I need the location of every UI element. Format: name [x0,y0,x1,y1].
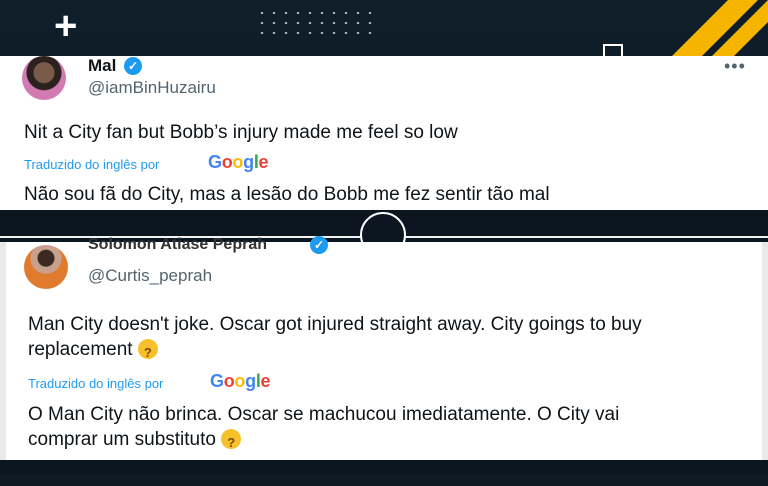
translation-text-line: comprar um substituto [28,429,216,450]
tweet-text-line: Man City doesn't joke. Oscar got injured… [28,314,642,335]
plus-icon: + [54,4,78,48]
google-logo-letter: o [234,371,246,391]
translated-label[interactable]: Traduzido do inglês por [24,157,159,172]
translation-text-line: O Man City não brinca. Oscar se machucou… [28,404,620,425]
display-name[interactable]: Mal [88,56,116,76]
google-logo-letter: G [210,371,224,391]
dot-pattern [256,8,376,40]
verified-badge-icon: ✓ [310,236,328,254]
google-logo-letter: G [208,152,222,172]
tweet-card[interactable]: Solomon Atiase Peprah ✓ @Curtis_peprah M… [0,236,768,460]
translated-label[interactable]: Traduzido do inglês por [28,376,163,391]
google-logo-letter: o [221,152,233,172]
avatar[interactable] [22,56,66,100]
thinking-face-emoji-icon [221,429,242,455]
tweet-text: Nit a City fan but Bobb’s injury made me… [24,122,458,143]
bottom-band [0,460,768,474]
translation-text: Não sou fã do City, mas a lesão do Bobb … [24,184,550,205]
avatar[interactable] [24,245,68,289]
google-logo-letter: e [260,371,271,391]
google-logo-letter: o [223,371,235,391]
display-name[interactable]: Solomon Atiase Peprah [88,236,267,254]
tweet-text-line: replacement [28,339,133,360]
user-handle[interactable]: @Curtis_peprah [88,266,212,286]
google-logo-letter: g [243,152,254,172]
tweet-card[interactable]: Mal ✓ @iamBinHuzairu ••• Nit a City fan … [0,56,768,210]
more-icon[interactable]: ••• [724,56,746,77]
google-logo-letter: o [232,152,244,172]
google-logo: Google [210,371,271,392]
verified-badge-icon: ✓ [124,57,142,75]
google-logo-letter: g [245,371,256,391]
tweet-text: Man City doesn't joke. Oscar got injured… [28,312,642,365]
thinking-face-emoji-icon [137,339,158,365]
user-handle[interactable]: @iamBinHuzairu [88,78,216,98]
translation-text: O Man City não brinca. Oscar se machucou… [28,402,620,455]
google-logo: Google [208,152,269,173]
google-logo-letter: e [258,152,269,172]
